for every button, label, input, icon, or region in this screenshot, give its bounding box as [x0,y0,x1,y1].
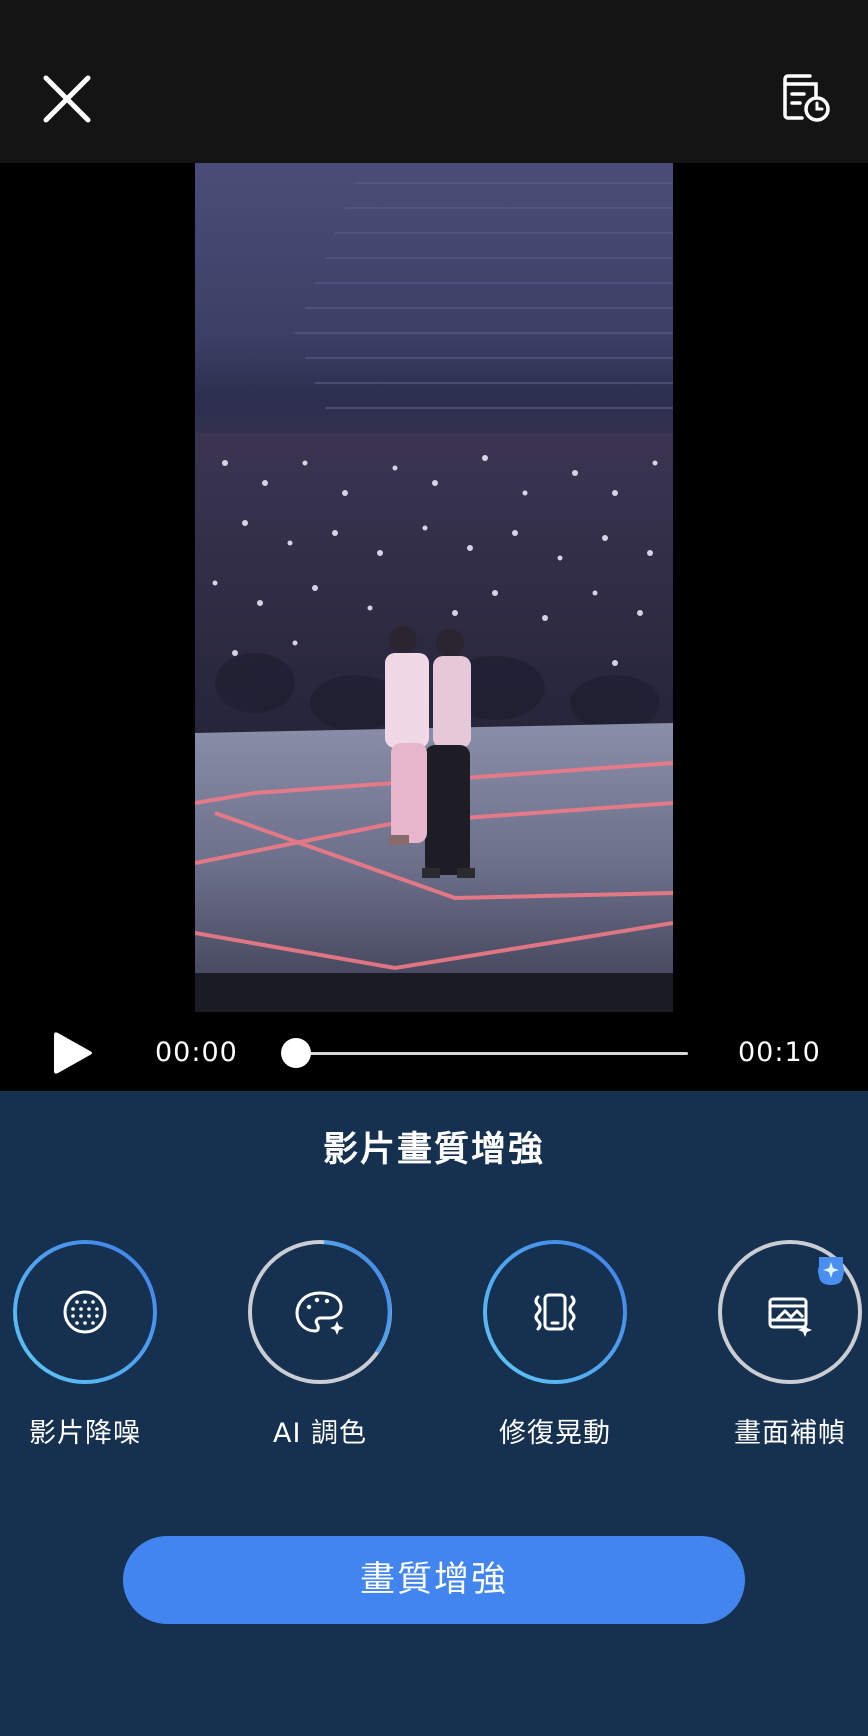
tool-ring [13,1240,157,1384]
tool-frame-interpolation[interactable]: 畫面補幀 [690,1239,868,1449]
enhance-quality-button[interactable]: 畫質增強 [123,1536,745,1624]
history-button[interactable] [776,68,836,128]
tool-stabilize[interactable]: 修復晃動 [455,1239,655,1449]
panel-title: 影片畫質增強 [322,1130,545,1170]
premium-badge-icon [818,1257,844,1285]
enhancement-panel: 影片畫質增強 影片降噪 AI 調色 修復晃動 畫面補幀 畫質增強 [0,1091,868,1736]
concert-video-frame [195,182,673,1012]
stabilize-phone-icon [534,1293,576,1331]
play-icon[interactable] [50,1027,98,1079]
video-preview[interactable] [195,163,673,1012]
tool-ring [483,1240,627,1384]
video-player[interactable]: 00:00 00:10 [0,163,868,1091]
seek-bar[interactable] [294,1052,688,1055]
frame-interpolation-icon [768,1297,812,1337]
close-icon [43,75,91,123]
tool-label: 畫面補幀 [734,1418,846,1449]
seek-handle[interactable] [281,1038,311,1068]
app-root: 00:00 00:10 影片畫質增強 影片降噪 AI 調色 修復晃動 畫面補幀 … [0,0,868,1736]
palette-sparkle-icon [295,1291,344,1335]
tool-ring [718,1240,862,1384]
close-button[interactable] [36,68,98,130]
history-document-icon [783,74,830,122]
tool-ai-color[interactable]: AI 調色 [220,1239,420,1449]
top-bar [0,0,868,163]
tool-label: 影片降噪 [29,1418,141,1449]
tool-label: AI 調色 [272,1418,367,1449]
total-duration: 00:10 [738,1037,821,1068]
noise-reduction-icon [63,1290,107,1334]
current-time: 00:00 [155,1037,238,1068]
tool-noise-reduction[interactable]: 影片降噪 [0,1239,185,1449]
tool-label: 修復晃動 [499,1418,611,1449]
tool-ring [248,1240,392,1384]
